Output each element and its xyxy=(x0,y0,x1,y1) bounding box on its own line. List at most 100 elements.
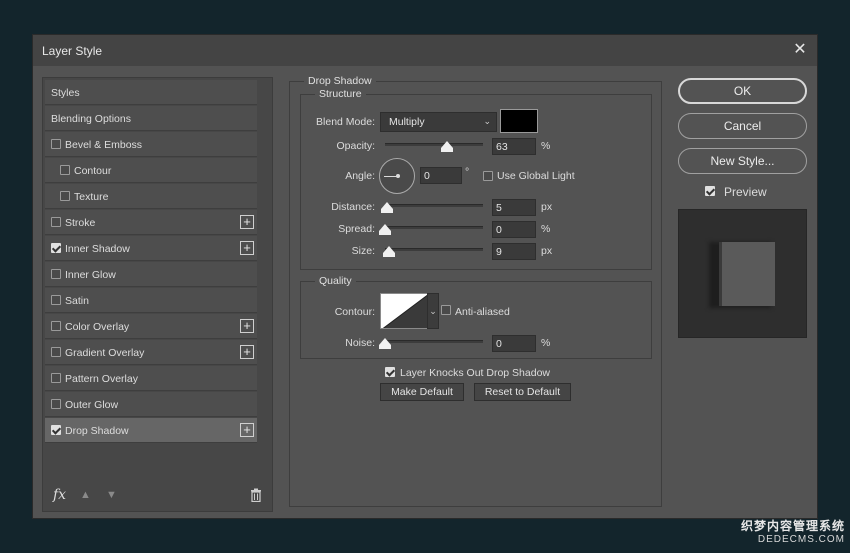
cancel-button[interactable]: Cancel xyxy=(678,113,807,139)
size-slider-track[interactable] xyxy=(382,246,483,257)
style-item[interactable]: Drop Shadow + xyxy=(45,418,257,443)
style-checkbox[interactable] xyxy=(51,373,61,383)
style-item[interactable]: Color Overlay + xyxy=(45,314,257,339)
contour-dropdown[interactable]: ⌄ xyxy=(427,293,439,329)
layer-knocks-out-checkbox[interactable] xyxy=(385,367,395,377)
reset-to-default-button[interactable]: Reset to Default xyxy=(474,383,571,401)
style-checkbox[interactable] xyxy=(51,269,61,279)
blend-mode-select[interactable]: Multiply ⌄ xyxy=(380,112,497,132)
style-item[interactable]: Texture xyxy=(45,184,257,209)
watermark: 织梦内容管理系统 DEDECMS.COM xyxy=(740,517,845,545)
style-item-label: Stroke xyxy=(65,217,96,229)
layer-style-dialog: Layer Style ✕ Styles Blending Options Beve… xyxy=(32,34,818,519)
opacity-slider-thumb[interactable] xyxy=(440,141,453,152)
contour-picker[interactable] xyxy=(380,293,428,329)
style-item[interactable]: Bevel & Emboss xyxy=(45,132,257,157)
style-item[interactable]: Stroke + xyxy=(45,210,257,235)
distance-slider-thumb[interactable] xyxy=(380,202,393,213)
style-checkbox[interactable] xyxy=(60,165,70,175)
spread-unit: % xyxy=(541,223,551,235)
noise-slider-track[interactable] xyxy=(379,338,483,349)
chevron-down-icon: ⌄ xyxy=(483,116,491,126)
style-item-label: Texture xyxy=(74,191,109,203)
style-item[interactable]: Gradient Overlay + xyxy=(45,340,257,365)
style-item-label: Blending Options xyxy=(51,113,131,125)
style-checkbox[interactable] xyxy=(51,425,61,435)
style-checkbox[interactable] xyxy=(51,321,61,331)
dialog-title: Layer Style xyxy=(42,44,103,58)
quality-group: Quality Contour: ⌄ Anti-aliased Noise: 0… xyxy=(300,275,652,359)
style-item-label: Contour xyxy=(74,165,112,177)
add-style-icon[interactable]: + xyxy=(240,319,254,333)
add-style-icon[interactable]: + xyxy=(240,215,254,229)
style-checkbox[interactable] xyxy=(51,243,61,253)
drop-shadow-panel: Drop Shadow Structure Blend Mode: Multip… xyxy=(289,75,662,507)
make-default-button[interactable]: Make Default xyxy=(380,383,464,401)
style-item-label: Outer Glow xyxy=(65,399,119,411)
size-input[interactable]: 9 xyxy=(492,243,536,260)
title-bar[interactable]: Layer Style ✕ xyxy=(33,35,817,66)
spread-input[interactable]: 0 xyxy=(492,221,536,238)
preview-checkbox[interactable] xyxy=(705,186,715,196)
style-item[interactable]: Pattern Overlay xyxy=(45,366,257,391)
size-slider-thumb[interactable] xyxy=(382,246,395,257)
add-style-icon[interactable]: + xyxy=(240,241,254,255)
spread-slider-track[interactable] xyxy=(379,224,483,235)
noise-slider-thumb[interactable] xyxy=(379,338,391,349)
style-item[interactable]: Satin xyxy=(45,288,257,313)
style-item-label: Satin xyxy=(65,295,89,307)
opacity-input[interactable]: 63 xyxy=(492,138,536,155)
preview-label: Preview xyxy=(724,185,767,199)
style-item[interactable]: Contour xyxy=(45,158,257,183)
distance-label: Distance: xyxy=(331,201,375,213)
shadow-color-swatch[interactable] xyxy=(500,109,538,133)
style-item[interactable]: Inner Shadow + xyxy=(45,236,257,261)
style-preview xyxy=(678,209,807,338)
anti-aliased-checkbox[interactable] xyxy=(441,305,451,315)
fx-icon[interactable]: fx xyxy=(53,487,66,503)
style-checkbox[interactable] xyxy=(51,217,61,227)
close-icon[interactable]: ✕ xyxy=(791,41,809,59)
style-item[interactable]: Inner Glow xyxy=(45,262,257,287)
spread-slider-thumb[interactable] xyxy=(379,224,391,235)
spread-label: Spread: xyxy=(338,223,375,235)
add-style-icon[interactable]: + xyxy=(240,345,254,359)
angle-label: Angle: xyxy=(345,170,375,182)
size-unit: px xyxy=(541,245,553,257)
distance-input[interactable]: 5 xyxy=(492,199,536,216)
style-checkbox[interactable] xyxy=(51,347,61,357)
opacity-slider-track[interactable] xyxy=(385,141,483,152)
ok-button[interactable]: OK xyxy=(678,78,807,104)
preview-square xyxy=(719,242,775,306)
add-style-icon[interactable]: + xyxy=(240,423,254,437)
style-item-label: Gradient Overlay xyxy=(65,347,145,359)
style-checkbox[interactable] xyxy=(60,191,70,201)
opacity-label: Opacity: xyxy=(336,140,375,152)
styles-list-scrollbar[interactable] xyxy=(261,80,271,480)
trash-icon[interactable] xyxy=(250,488,262,502)
style-item[interactable]: Styles xyxy=(45,80,257,105)
distance-unit: px xyxy=(541,201,553,213)
style-item[interactable]: Outer Glow xyxy=(45,392,257,417)
style-checkbox[interactable] xyxy=(51,399,61,409)
new-style-button[interactable]: New Style... xyxy=(678,148,807,174)
noise-label: Noise: xyxy=(345,337,375,349)
style-checkbox[interactable] xyxy=(51,139,61,149)
angle-unit: ° xyxy=(465,166,470,178)
drop-shadow-title: Drop Shadow xyxy=(304,75,376,87)
angle-input[interactable]: 0 xyxy=(420,167,462,184)
style-item-label: Inner Shadow xyxy=(65,243,130,255)
use-global-light-checkbox[interactable] xyxy=(483,171,493,181)
structure-title: Structure xyxy=(315,88,366,100)
move-down-icon[interactable]: ▼ xyxy=(106,489,117,501)
move-up-icon[interactable]: ▲ xyxy=(80,489,91,501)
style-item[interactable]: Blending Options xyxy=(45,106,257,131)
angle-dial[interactable] xyxy=(379,158,415,194)
style-item-label: Bevel & Emboss xyxy=(65,139,143,151)
distance-slider-track[interactable] xyxy=(380,202,483,213)
noise-input[interactable]: 0 xyxy=(492,335,536,352)
style-checkbox[interactable] xyxy=(51,295,61,305)
noise-unit: % xyxy=(541,337,551,349)
watermark-line-1: 织梦内容管理系统 xyxy=(740,519,845,533)
contour-label: Contour: xyxy=(334,306,375,318)
